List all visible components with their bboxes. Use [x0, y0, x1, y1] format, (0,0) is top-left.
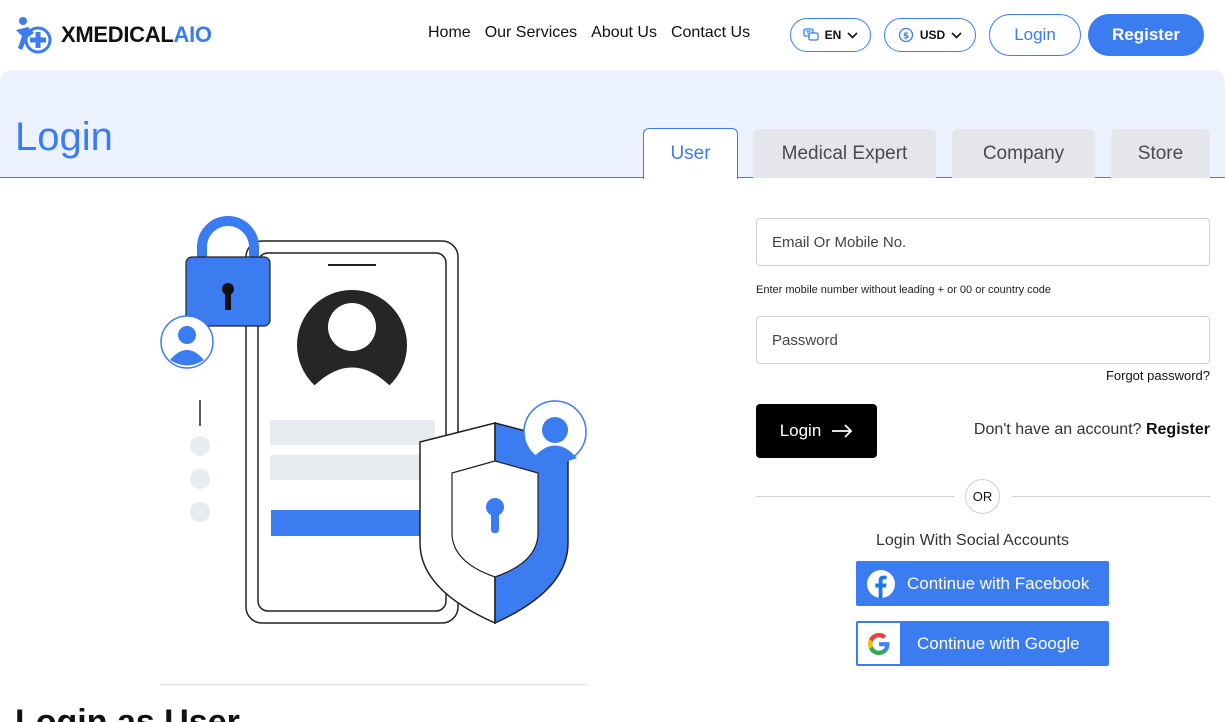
- nav-about-link[interactable]: About Us: [591, 24, 657, 42]
- google-icon-box: [858, 623, 900, 664]
- header-register-button[interactable]: Register: [1088, 14, 1204, 56]
- language-selector[interactable]: EN: [790, 18, 871, 52]
- tab-store[interactable]: Store: [1111, 129, 1210, 178]
- tab-company[interactable]: Company: [952, 129, 1095, 178]
- main-nav: Home Our Services About Us Contact Us: [428, 24, 750, 42]
- google-login-button[interactable]: Continue with Google: [856, 621, 1109, 666]
- section-heading: Login as User: [15, 703, 240, 722]
- password-input[interactable]: [756, 316, 1210, 364]
- google-login-label: Continue with Google: [917, 633, 1080, 653]
- chevron-down-icon: [847, 31, 858, 39]
- facebook-login-label: Continue with Facebook: [907, 573, 1090, 593]
- forgot-password-link[interactable]: Forgot password?: [1106, 368, 1210, 383]
- section-divider: [160, 684, 587, 685]
- nav-contact-link[interactable]: Contact Us: [671, 24, 750, 42]
- translate-icon: [803, 28, 819, 41]
- register-link[interactable]: Register: [1146, 421, 1210, 438]
- brand-name: XMEDICALAIO: [61, 22, 212, 47]
- svg-text:$: $: [903, 32, 909, 42]
- arrow-right-icon: [832, 424, 853, 438]
- secure-login-illustration: [160, 216, 587, 625]
- brand-logo[interactable]: XMEDICALAIO: [14, 16, 212, 54]
- currency-selector[interactable]: $ USD: [884, 18, 976, 52]
- chevron-down-icon: [951, 31, 962, 39]
- currency-exchange-icon: $: [898, 27, 913, 43]
- nav-services-link[interactable]: Our Services: [485, 24, 577, 42]
- page-title: Login: [15, 115, 113, 159]
- login-submit-button[interactable]: Login: [756, 404, 877, 458]
- no-account-text: Don't have an account?: [973, 421, 1142, 438]
- register-prompt: Don't have an account? Register: [974, 421, 1210, 439]
- nav-home-link[interactable]: Home: [428, 24, 471, 42]
- currency-value: USD: [919, 28, 946, 42]
- email-mobile-input[interactable]: [756, 218, 1210, 266]
- email-hint: Enter mobile number without leading + or…: [756, 284, 1052, 296]
- or-divider-left: [756, 496, 954, 497]
- facebook-login-button[interactable]: Continue with Facebook: [856, 561, 1109, 606]
- google-icon: [868, 632, 890, 655]
- or-divider-right: [1012, 496, 1210, 497]
- tab-medical-expert[interactable]: Medical Expert: [753, 129, 936, 178]
- or-badge: OR: [965, 479, 1000, 514]
- top-header: XMEDICALAIO Home Our Services About Us C…: [0, 0, 1225, 70]
- social-login-label: Login With Social Accounts: [876, 532, 1069, 549]
- medical-logo-icon: [16, 17, 52, 54]
- login-banner: Login User Medical Expert Company Store: [0, 70, 1225, 179]
- login-submit-label: Login: [779, 421, 822, 440]
- header-login-button[interactable]: Login: [989, 14, 1081, 56]
- tab-user[interactable]: User: [643, 128, 738, 179]
- language-value: EN: [824, 28, 842, 42]
- facebook-icon: [867, 569, 895, 598]
